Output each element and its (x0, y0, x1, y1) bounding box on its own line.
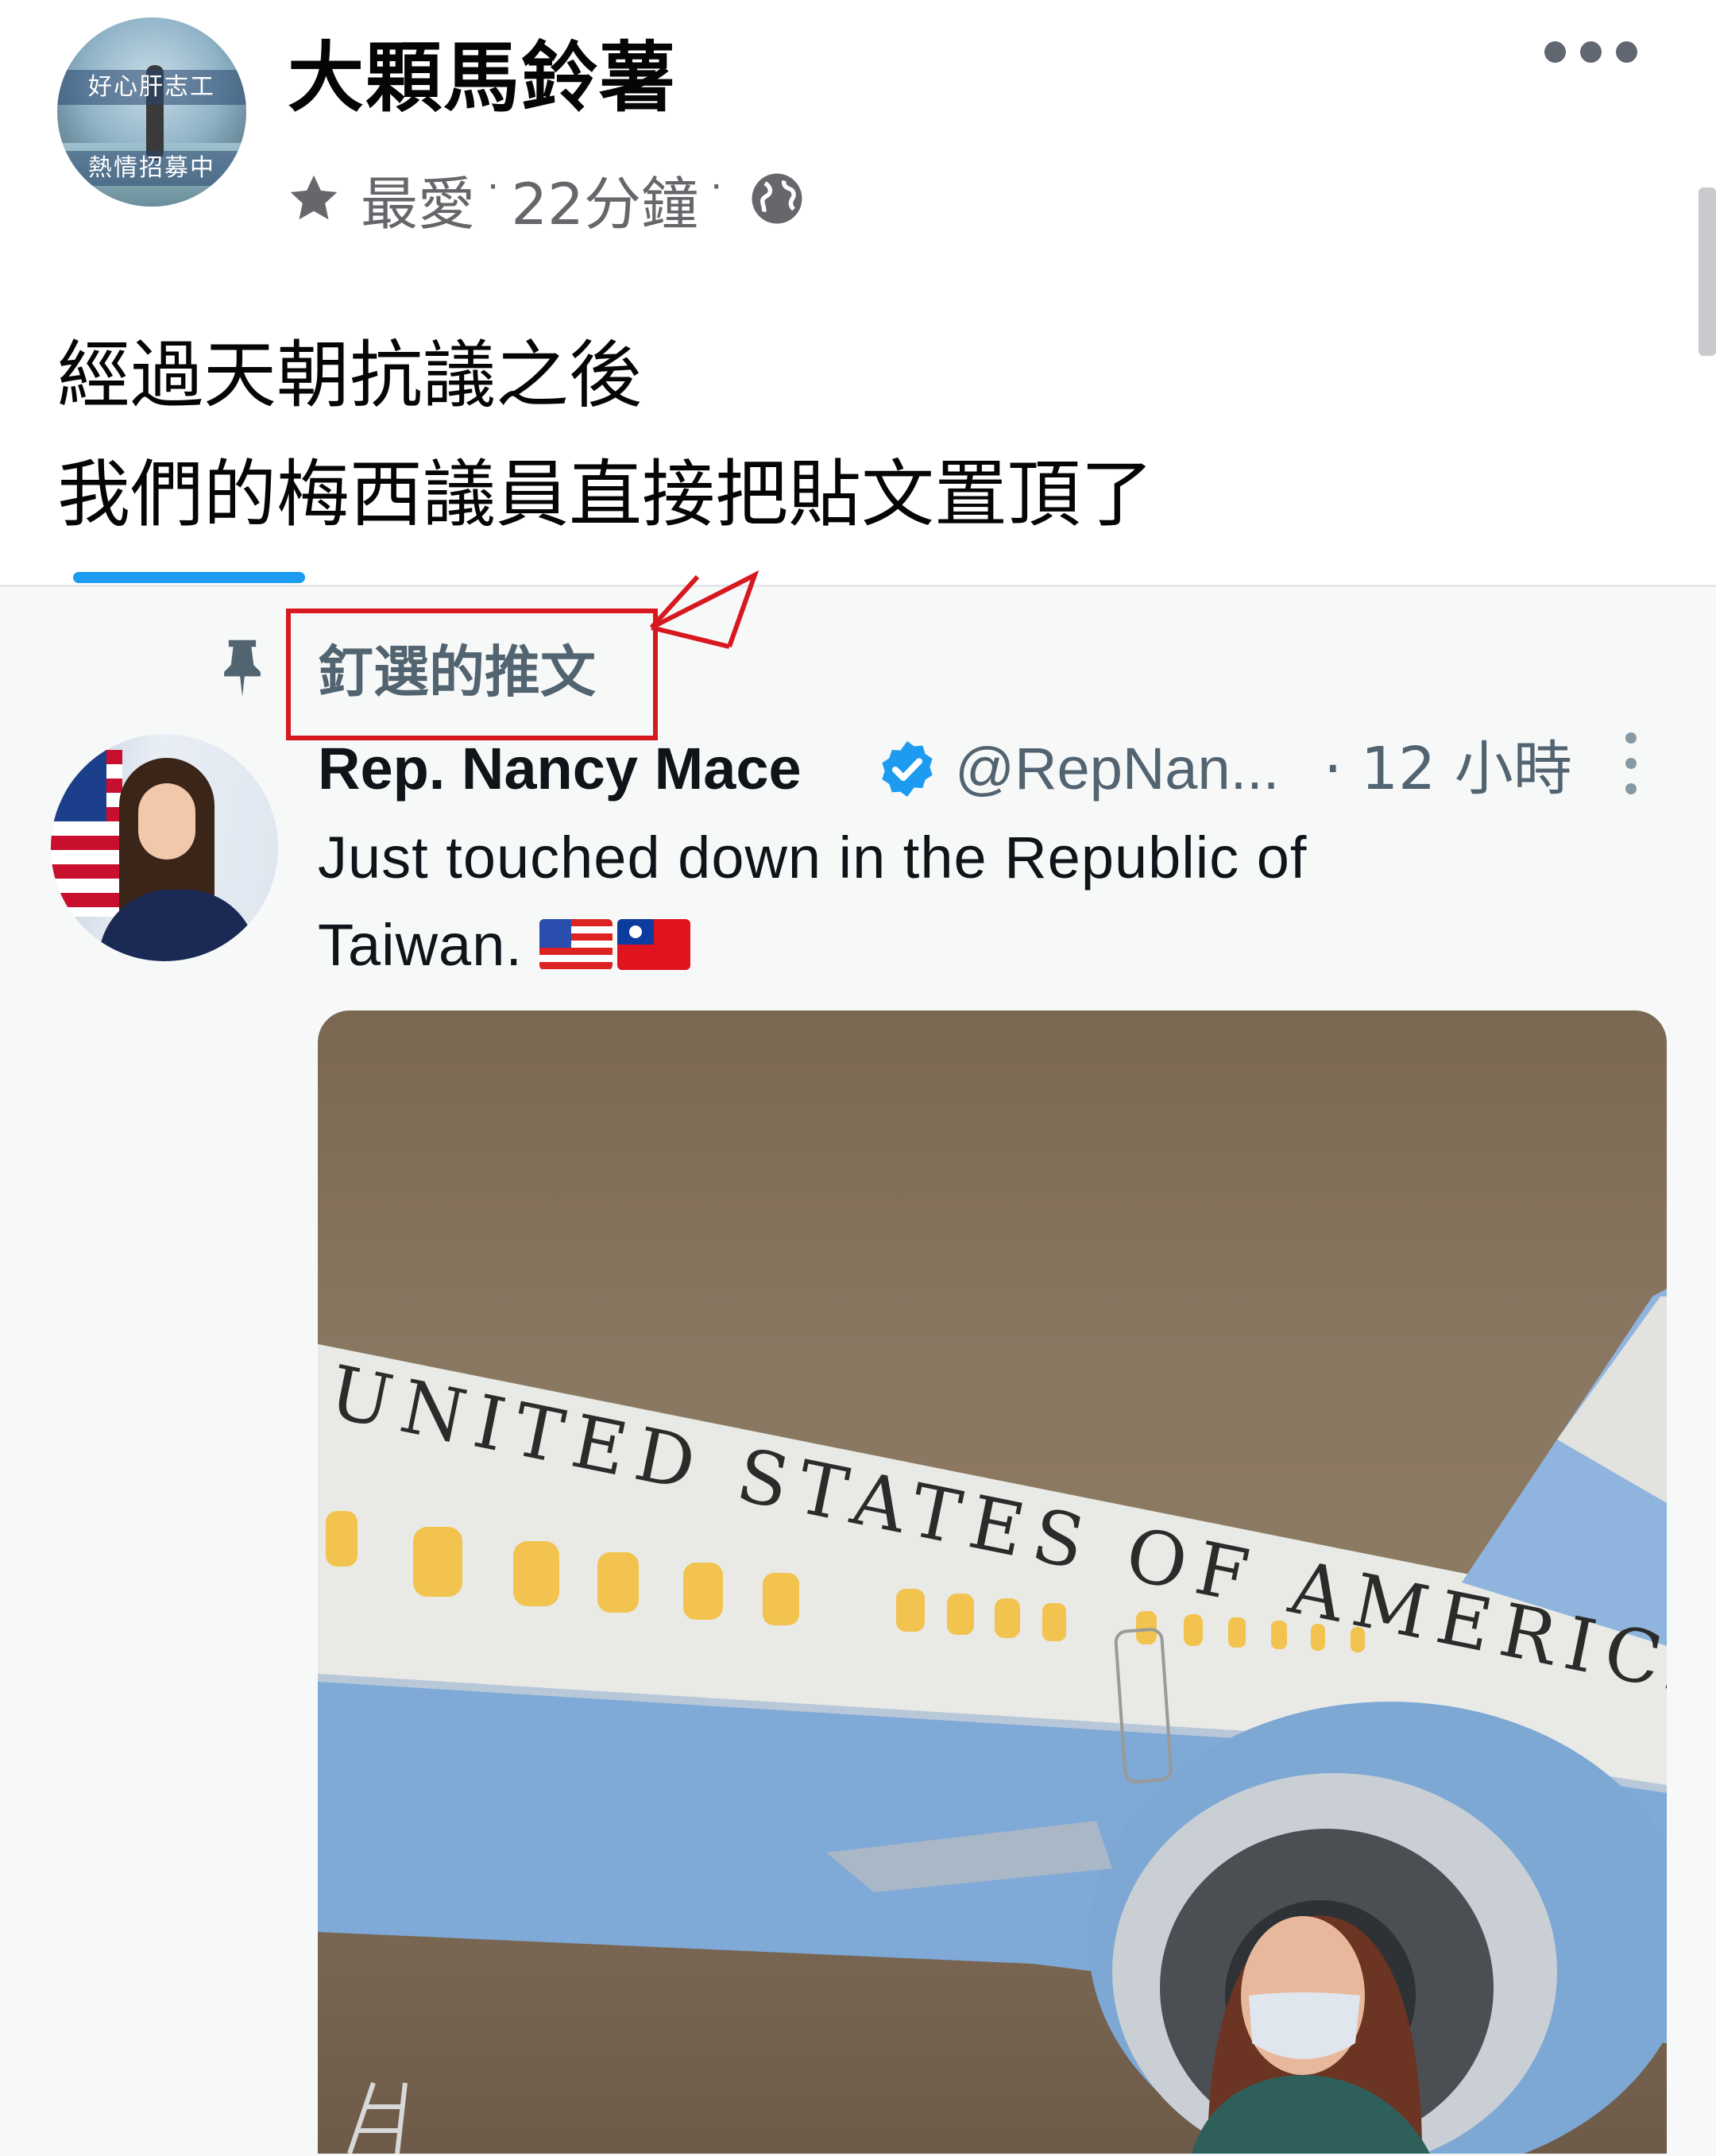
tweet-time[interactable]: · 12 小時 (1324, 729, 1572, 809)
us-flag-emoji (539, 919, 613, 971)
page-name[interactable]: 大顆馬鈴薯 (288, 30, 677, 126)
arrow-annotation (649, 570, 759, 649)
avatar-text-bottom: 熱情招募中 (88, 154, 215, 182)
verified-icon (882, 741, 933, 797)
avatar-band-bottom: 熱情招募中 (57, 151, 246, 186)
meta-separator: · (486, 161, 500, 207)
tweet-text: Just touched down in the Republic of Tai… (318, 814, 1684, 989)
more-icon[interactable] (1544, 41, 1668, 67)
post-time[interactable]: 22分鐘 (511, 157, 698, 241)
avatar-band-top: 好心肝志工 (57, 70, 246, 105)
tweet-more-icon[interactable] (1619, 732, 1643, 799)
post-text-line: 經過天朝抗議之後 (57, 333, 643, 418)
meta-separator-2: · (709, 161, 724, 207)
tweet-text-line: Just touched down in the Republic of (318, 825, 1308, 891)
highlight-box (286, 609, 658, 740)
avatar-text-top: 好心肝志工 (88, 73, 215, 101)
favorite-label: 最愛 (361, 170, 476, 238)
post-text-line: 我們的梅西議員直接把貼文置頂了 (57, 452, 1154, 537)
tab-indicator (73, 572, 305, 583)
tweet-photo[interactable]: UNITED STATES OF AMERICA (318, 1010, 1667, 2154)
tweet-text-line-2: Taiwan. (318, 902, 1684, 989)
author-handle[interactable]: @RepNan... (955, 729, 1279, 809)
pin-icon (224, 639, 261, 697)
author-avatar[interactable] (51, 734, 278, 961)
page-avatar[interactable]: 好心肝志工 熱情招募中 (57, 17, 246, 207)
taiwan-flag-emoji (617, 919, 691, 971)
author-name[interactable]: Rep. Nancy Mace (318, 729, 802, 809)
airplane-illustration: UNITED STATES OF AMERICA (318, 1289, 1667, 2154)
post-meta: 最愛 · 22分鐘 · (284, 159, 806, 238)
scrollbar[interactable] (1699, 187, 1716, 356)
star-icon (290, 175, 338, 220)
post-text: 經過天朝抗議之後 我們的梅西議員直接把貼文置頂了 (57, 316, 1154, 554)
tweet-text-line: Taiwan. (318, 912, 523, 978)
globe-icon[interactable] (748, 170, 806, 227)
